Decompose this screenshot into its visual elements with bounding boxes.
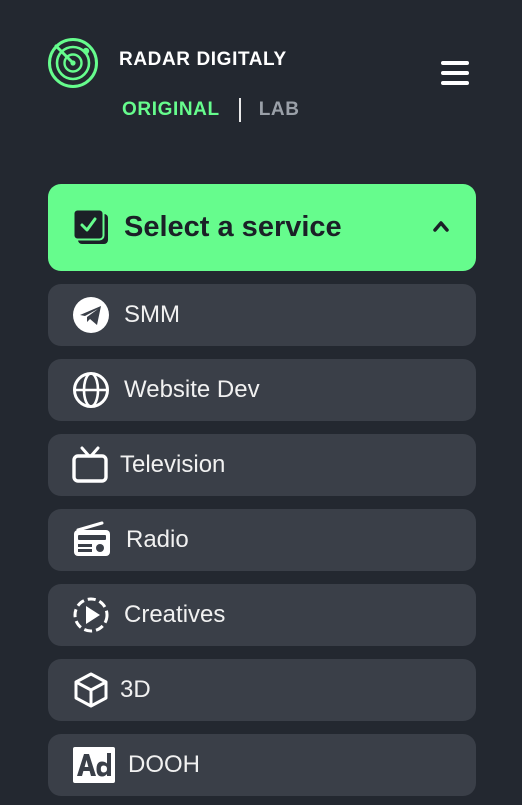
toggle-divider: [238, 98, 241, 122]
service-item-website-dev[interactable]: Website Dev: [48, 359, 476, 421]
service-label: 3D: [120, 676, 151, 703]
version-toggle: ORIGINAL LAB: [122, 97, 300, 123]
service-label: SMM: [124, 301, 180, 328]
service-item-smm[interactable]: SMM: [48, 284, 476, 346]
service-label: DOOH: [128, 751, 200, 778]
service-label: Radio: [126, 526, 189, 553]
toggle-lab[interactable]: LAB: [259, 99, 300, 121]
service-label: Website Dev: [124, 376, 260, 403]
service-item-television[interactable]: Television: [48, 434, 476, 496]
service-item-radio[interactable]: Radio: [48, 509, 476, 571]
play-circle-icon: [73, 597, 109, 633]
service-label: Creatives: [124, 601, 226, 628]
cube-icon: [74, 672, 108, 708]
ad-icon: [73, 747, 115, 783]
globe-icon: [73, 372, 109, 408]
service-item-3d[interactable]: 3D: [48, 659, 476, 721]
service-select-label: Select a service: [124, 211, 342, 243]
service-item-creatives[interactable]: Creatives: [48, 584, 476, 646]
radar-logo-icon[interactable]: [46, 36, 100, 90]
toggle-original[interactable]: ORIGINAL: [122, 99, 220, 121]
chevron-up-icon: [433, 221, 449, 232]
hamburger-menu-icon[interactable]: [441, 61, 469, 86]
checkbox-icon: [72, 208, 108, 244]
service-item-dooh[interactable]: DOOH: [48, 734, 476, 796]
telegram-icon: [73, 297, 109, 333]
brand-name: RADAR DIGITALY: [119, 49, 287, 70]
radio-icon: [74, 521, 110, 556]
tv-icon: [72, 446, 108, 483]
service-select-button[interactable]: Select a service: [48, 184, 476, 271]
service-label: Television: [120, 451, 226, 478]
